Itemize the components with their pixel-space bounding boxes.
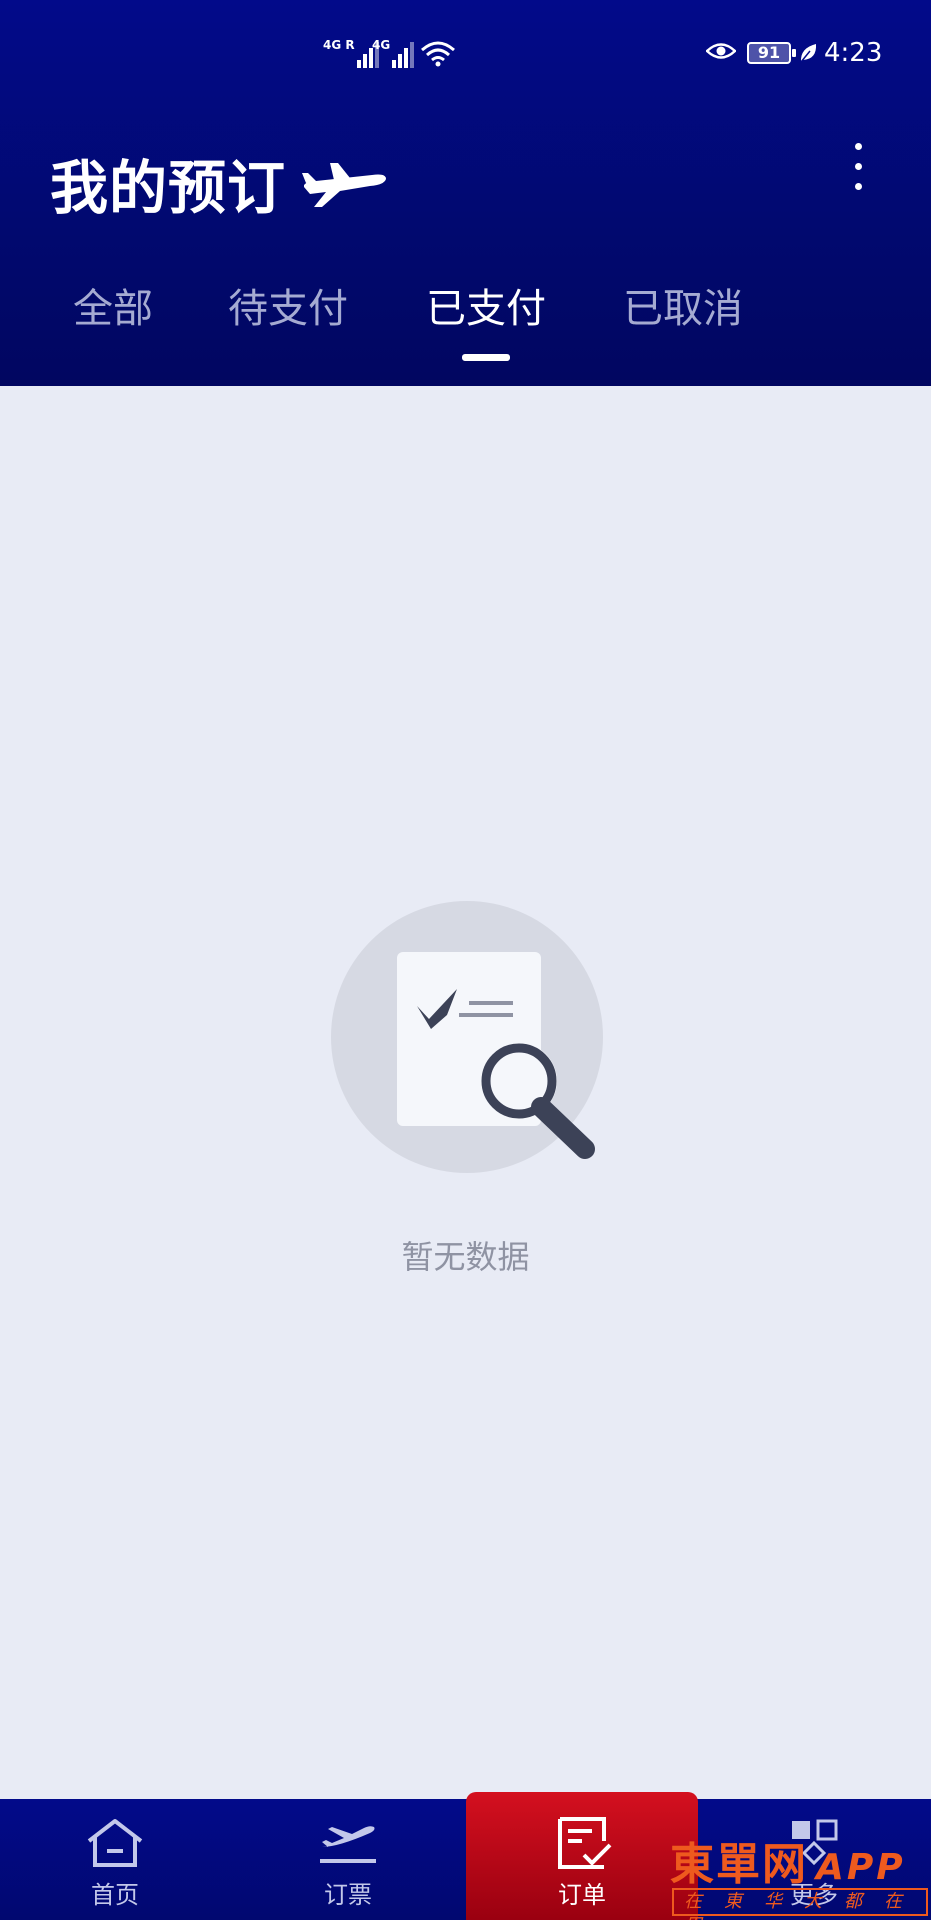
nav-booking[interactable]: 订票 [233, 1799, 463, 1920]
page: 4G R 4G 91 4:23 我的预订 全部 待支付 已支付 已取消 暂无数据… [0, 0, 931, 1920]
active-tab-indicator [462, 354, 510, 361]
status-bar: 4G R 4G 91 4:23 [0, 0, 931, 110]
order-icon [558, 1817, 612, 1869]
wifi-icon [421, 41, 455, 67]
airplane-icon [302, 163, 387, 207]
title-row: 我的预订 [50, 143, 388, 223]
nav-home[interactable]: 首页 [0, 1799, 230, 1920]
watermark-logo: 東單网APP 在東华大都在用 [670, 1828, 931, 1920]
tab-cancelled[interactable]: 已取消 [623, 270, 743, 340]
tab-pending-payment[interactable]: 待支付 [228, 270, 348, 340]
signal-1-tag: 4G R [323, 38, 355, 52]
page-title: 我的预订 [50, 154, 287, 222]
watermark-sub: 在東华大都在用 [672, 1888, 928, 1920]
tab-all[interactable]: 全部 [73, 270, 153, 340]
more-options-icon[interactable] [844, 143, 872, 203]
watermark-latin: APP [816, 1847, 906, 1888]
clock: 4:23 [824, 38, 883, 68]
battery-icon: 91 [747, 42, 796, 64]
nav-orders[interactable]: 订单 [466, 1792, 698, 1920]
home-icon [87, 1819, 143, 1867]
cellular-signal-1-icon: 4G R [323, 38, 379, 68]
empty-document-search-icon [331, 901, 603, 1173]
eye-comfort-icon [706, 43, 736, 59]
watermark-main: 東單网 [670, 1839, 808, 1890]
flight-departure-icon [320, 1826, 376, 1863]
nav-orders-label: 订单 [558, 1881, 606, 1909]
nav-home-label: 首页 [91, 1881, 139, 1909]
signal-2-tag: 4G [372, 38, 391, 52]
header: 4G R 4G 91 4:23 我的预订 全部 待支付 已支付 已取消 [0, 0, 931, 386]
order-status-tabs: 全部 待支付 已支付 已取消 [0, 270, 931, 380]
cellular-signal-2-icon: 4G [372, 38, 415, 68]
tab-paid[interactable]: 已支付 [426, 270, 546, 340]
nav-booking-label: 订票 [324, 1881, 372, 1909]
empty-state-text: 暂无数据 [401, 1238, 530, 1276]
power-saving-leaf-icon [800, 44, 817, 63]
